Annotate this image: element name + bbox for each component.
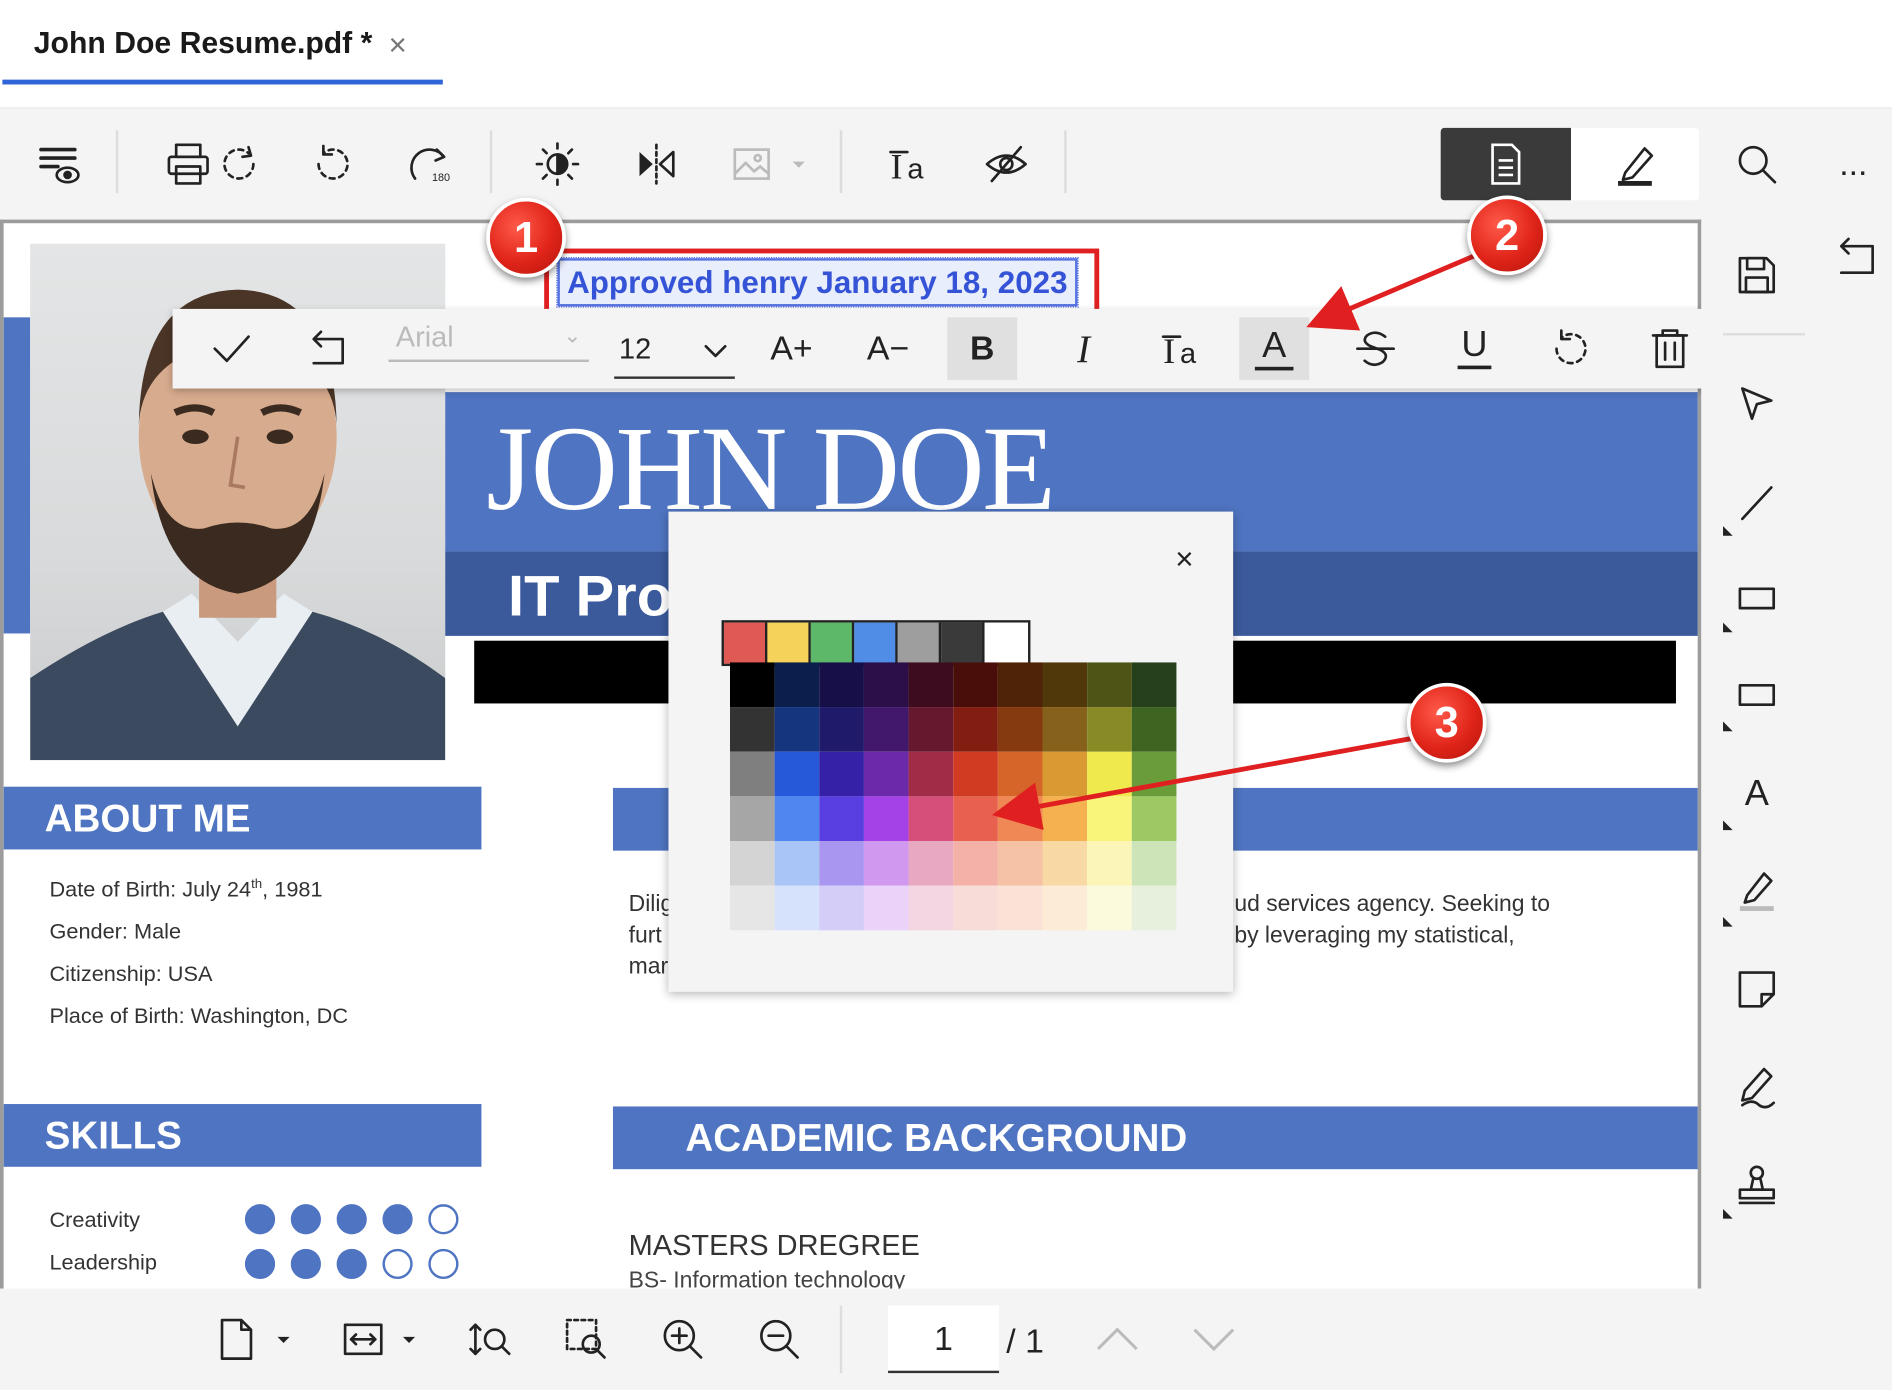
callout-arrows	[991, 253, 1476, 831]
callout-marker: 3	[1406, 682, 1487, 763]
callout-marker: 2	[1467, 195, 1547, 276]
callout-marker: 1	[486, 197, 566, 278]
